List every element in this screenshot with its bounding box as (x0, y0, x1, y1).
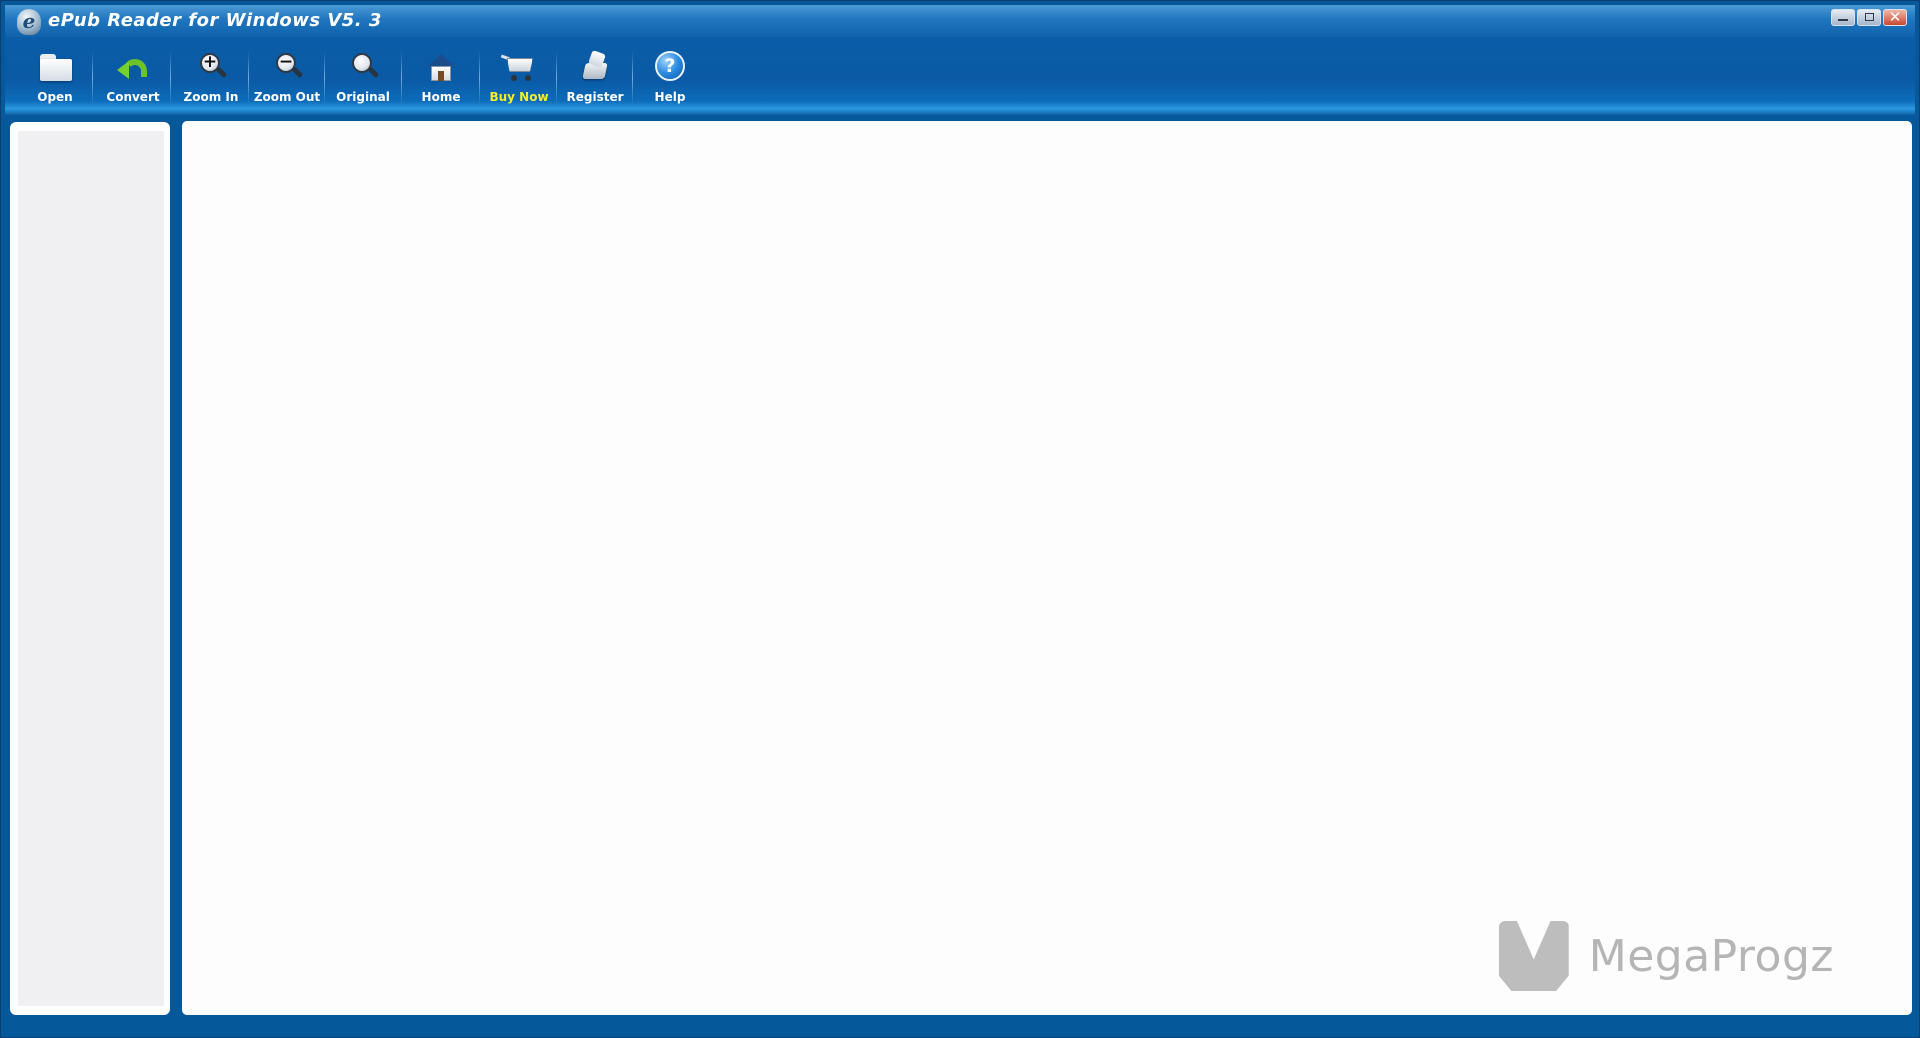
register-label: Register (566, 90, 624, 104)
table-of-contents-area[interactable] (18, 131, 164, 1006)
toolbar-separator (324, 51, 325, 105)
buy-now-button[interactable]: Buy Now (482, 49, 556, 109)
home-label: Home (421, 90, 461, 104)
convert-button[interactable]: Convert (96, 49, 170, 109)
navigation-panel (10, 122, 170, 1015)
toolbar-separator (92, 51, 93, 105)
main-toolbar: Open Convert + Zoom In − Zoom Out Origin… (5, 37, 1915, 115)
minimize-button[interactable] (1831, 9, 1855, 26)
app-window: e ePub Reader for Windows V5. 3 ✕ Open C… (0, 0, 1920, 1038)
close-button[interactable]: ✕ (1883, 8, 1907, 26)
watermark: MegaProgz (1498, 921, 1834, 991)
zoom-out-label: Zoom Out (253, 90, 321, 104)
zoom-in-label: Zoom In (183, 90, 239, 104)
register-button[interactable]: Register (558, 49, 632, 109)
original-label: Original (336, 90, 390, 104)
open-label: Open (37, 90, 73, 104)
help-icon: ? (652, 49, 688, 85)
minimize-icon (1838, 19, 1848, 21)
toolbar-separator (170, 51, 171, 105)
toolbar-separator (401, 51, 402, 105)
zoom-in-icon: + (193, 49, 229, 85)
register-icon (577, 49, 613, 85)
toolbar-separator (479, 51, 480, 105)
toolbar-separator (556, 51, 557, 105)
close-icon: ✕ (1888, 8, 1902, 26)
reading-area[interactable]: MegaProgz (182, 121, 1912, 1015)
zoom-out-button[interactable]: − Zoom Out (250, 49, 324, 109)
help-label: Help (654, 90, 686, 104)
zoom-in-button[interactable]: + Zoom In (174, 49, 248, 109)
restore-button[interactable] (1857, 9, 1881, 26)
original-size-button[interactable]: Original (326, 49, 400, 109)
help-button[interactable]: ? Help (633, 49, 707, 109)
window-controls: ✕ (1831, 8, 1907, 26)
toolbar-separator (248, 51, 249, 105)
epub-e-icon[interactable]: e (17, 9, 41, 35)
cart-icon (500, 49, 537, 85)
convert-arrow-icon (115, 49, 151, 85)
folder-icon (37, 49, 73, 85)
title-bar[interactable]: e ePub Reader for Windows V5. 3 ✕ (5, 5, 1915, 37)
window-title: ePub Reader for Windows V5. 3 (48, 10, 382, 31)
zoom-out-icon: − (269, 49, 305, 85)
restore-icon (1865, 13, 1874, 21)
buy-now-label: Buy Now (489, 90, 549, 104)
megaprogz-logo-icon (1498, 921, 1569, 991)
watermark-text: MegaProgz (1588, 930, 1834, 982)
convert-label: Convert (106, 90, 160, 104)
open-button[interactable]: Open (18, 49, 92, 109)
magnifier-icon (345, 49, 381, 85)
home-button[interactable]: Home (404, 49, 478, 109)
home-icon (423, 49, 459, 85)
